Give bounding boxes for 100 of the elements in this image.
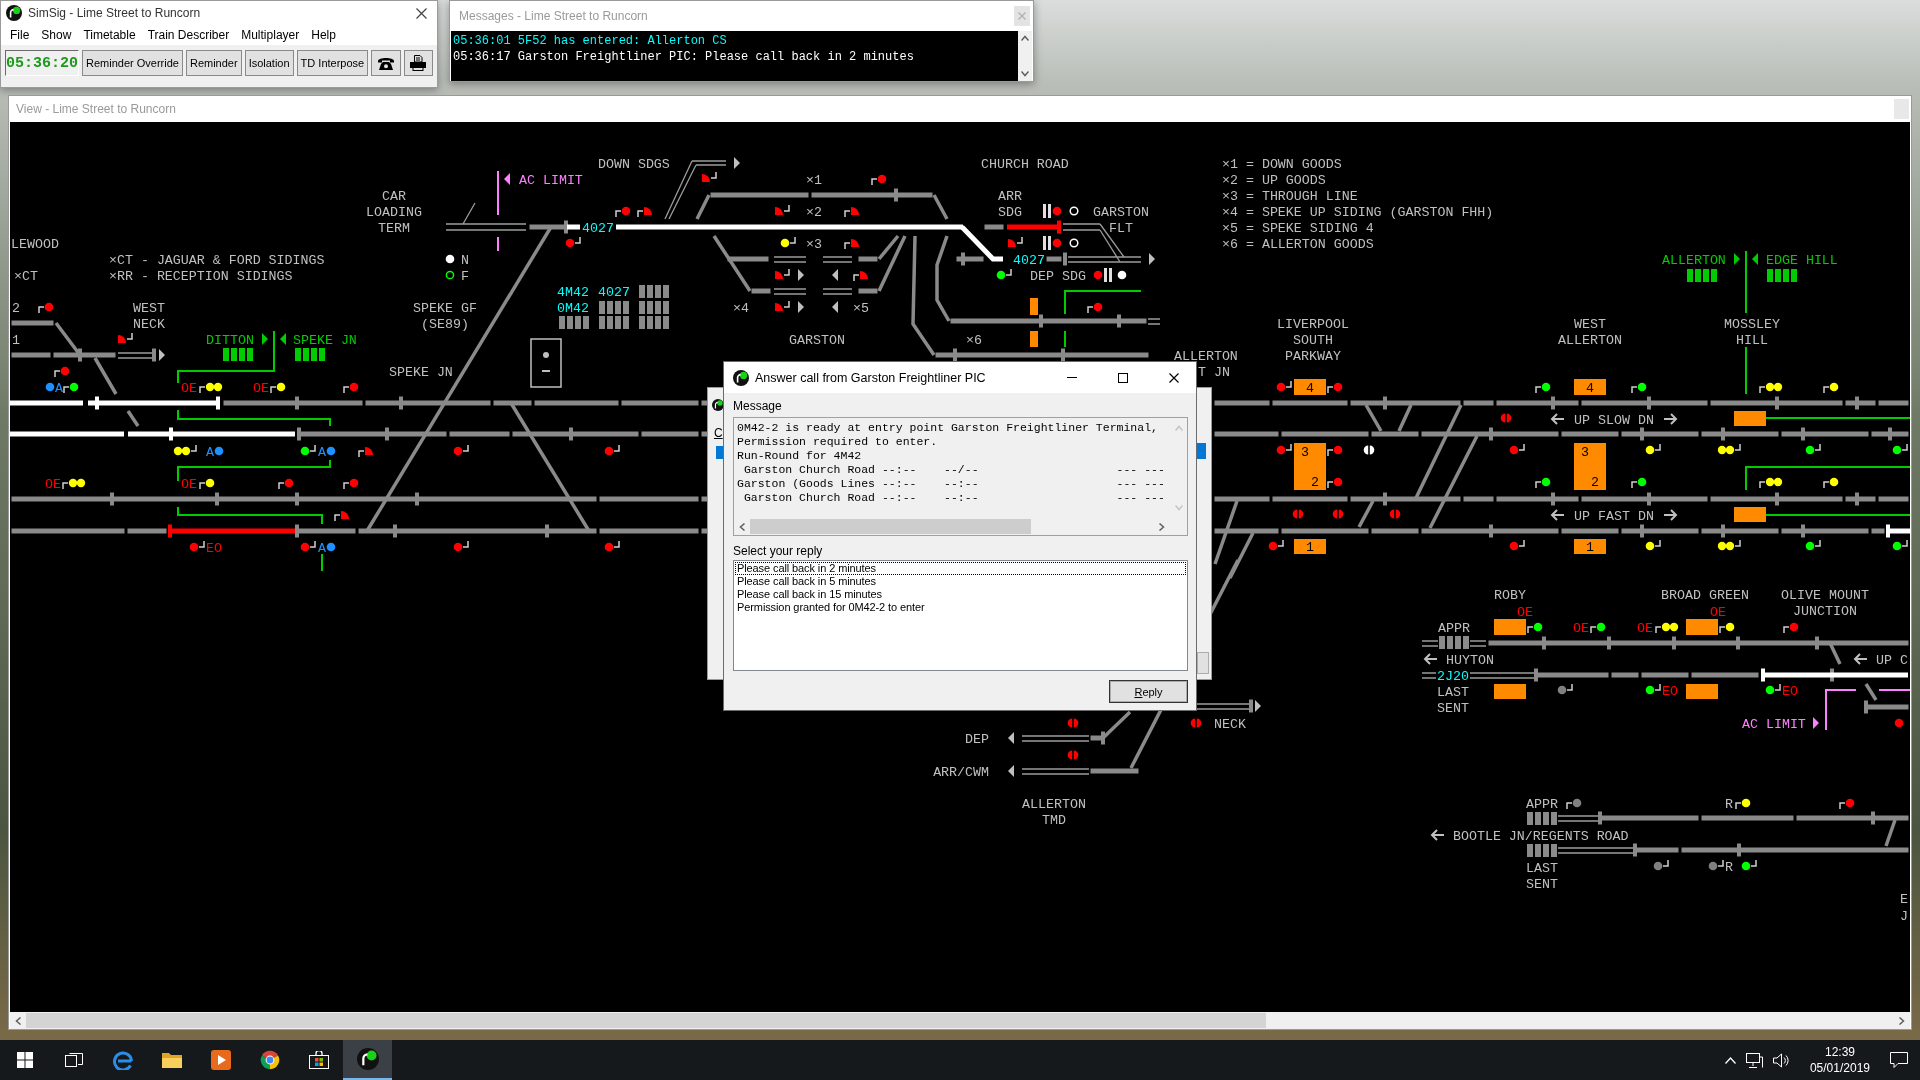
signal-icon[interactable] [1087,302,1103,314]
signal-icon[interactable] [1741,859,1757,871]
reply-list[interactable]: Please call back in 2 minutes Please call back in 5 minutes Please call back in 15 minutes Permission granted for 0M42-2 to enter [733,560,1188,671]
signal-icon[interactable] [1557,683,1573,695]
signal-icon[interactable] [343,382,359,394]
chevron-right-icon[interactable] [1159,522,1165,531]
train-description[interactable]: 4M42 [557,284,589,300]
toolbar-button[interactable] [403,50,433,76]
signal-icon[interactable] [775,268,790,279]
signal-icon[interactable] [844,207,859,218]
signal-icon[interactable] [1631,477,1647,489]
signal-icon[interactable] [118,332,133,343]
signal-icon[interactable] [1268,539,1284,551]
signal-icon[interactable] [1117,270,1127,280]
signal-icon[interactable] [1527,622,1543,634]
signal-icon[interactable] [604,540,620,552]
signal-icon[interactable] [63,382,79,394]
signal-icon[interactable] [1509,443,1525,455]
signal-icon[interactable] [326,446,336,456]
signal-icon[interactable] [1566,798,1582,810]
signal-icon[interactable] [702,171,717,182]
signal-icon[interactable] [1759,382,1783,394]
signal-icon[interactable] [54,366,70,378]
chevron-left-icon[interactable] [15,1016,21,1025]
reply-option[interactable]: Permission granted for 0M42-2 to enter [735,601,1186,614]
signal-icon[interactable] [1719,622,1735,634]
signal-icon[interactable] [1805,539,1821,551]
signal-icon[interactable] [844,239,859,250]
signal-icon[interactable] [1805,443,1821,455]
signal-icon[interactable] [1645,683,1661,695]
signal-icon[interactable] [1892,539,1908,551]
signal-icon[interactable] [199,382,223,394]
signal-icon[interactable] [1276,380,1292,392]
signal-icon[interactable] [1839,798,1855,810]
signal-icon[interactable] [637,207,652,218]
signal-icon[interactable] [1327,382,1343,394]
toolbar-button[interactable] [371,50,401,76]
signal-icon[interactable] [1535,477,1551,489]
menu-item[interactable]: Train Describer [141,28,236,42]
signal-icon[interactable] [1645,539,1661,551]
signal-icon[interactable] [565,236,581,248]
signal-icon[interactable] [189,540,205,552]
signal-icon[interactable] [1008,236,1023,247]
signal-icon[interactable] [278,478,294,490]
horizontal-scrollbar[interactable] [10,1012,1910,1029]
signal-icon[interactable] [775,300,790,311]
signal-icon[interactable] [780,236,796,248]
reply-option[interactable]: Please call back in 5 minutes [735,575,1186,588]
signal-icon[interactable] [775,204,790,215]
control-box-icon[interactable] [530,338,562,388]
signal-icon[interactable] [615,206,631,218]
signal-icon[interactable] [1363,445,1375,455]
signal-icon[interactable] [1759,477,1783,489]
train-description[interactable]: 0M42 [557,300,589,316]
reply-button[interactable]: Reply [1109,680,1188,703]
signal-icon[interactable] [1069,238,1079,248]
taskbar-button[interactable] [343,1040,392,1080]
toolbar-button[interactable]: Reminder Override [82,50,183,76]
signal-icon[interactable] [1653,859,1669,871]
train-description[interactable]: 4027 [598,284,630,300]
scrollbar-thumb[interactable] [26,1013,1266,1028]
signal-icon[interactable] [1655,622,1679,634]
signal-icon[interactable] [1823,477,1839,489]
clock-date[interactable]: 05/01/2019 [1809,1060,1870,1076]
windows-logo-icon[interactable] [16,1052,33,1068]
signal-icon[interactable] [1043,204,1062,218]
chevron-right-icon[interactable] [1899,1016,1905,1025]
signal-icon[interactable] [300,444,316,456]
signal-icon[interactable] [453,540,469,552]
train-description[interactable]: 2J20 [1437,668,1469,684]
signal-icon[interactable] [1327,477,1343,489]
signal-icon[interactable] [996,268,1012,280]
signal-icon[interactable] [1590,622,1606,634]
signal-icon[interactable] [1823,382,1839,394]
signal-icon[interactable] [1069,206,1079,216]
signal-icon[interactable] [1093,268,1112,282]
signal-icon[interactable] [270,382,286,394]
folder-icon[interactable] [161,1052,182,1068]
chevron-down-icon[interactable] [1021,71,1029,77]
signal-icon[interactable] [1043,236,1062,250]
signal-icon[interactable] [38,302,54,314]
menu-item[interactable]: Multiplayer [235,28,306,42]
signal-icon[interactable] [1631,382,1647,394]
signal-icon[interactable] [853,271,868,282]
reply-option[interactable]: Please call back in 2 minutes [735,562,1186,575]
signal-icon[interactable] [326,542,336,552]
message-box[interactable] [733,417,1188,536]
signal-icon[interactable] [1535,382,1551,394]
browser-icon[interactable] [259,1050,280,1070]
signal-icon[interactable] [214,446,224,456]
scrollbar-thumb[interactable] [750,519,1031,534]
reply-option[interactable]: Please call back in 15 minutes [735,588,1186,601]
signal-icon[interactable] [453,444,469,456]
signal-icon[interactable] [199,478,215,490]
menu-item[interactable]: Help [305,28,342,42]
signal-icon[interactable] [1892,443,1908,455]
signal-icon[interactable] [1717,539,1741,551]
signal-icon[interactable] [1327,445,1343,457]
shopping-bag-icon[interactable] [308,1051,329,1069]
signal-icon[interactable] [1509,539,1525,551]
